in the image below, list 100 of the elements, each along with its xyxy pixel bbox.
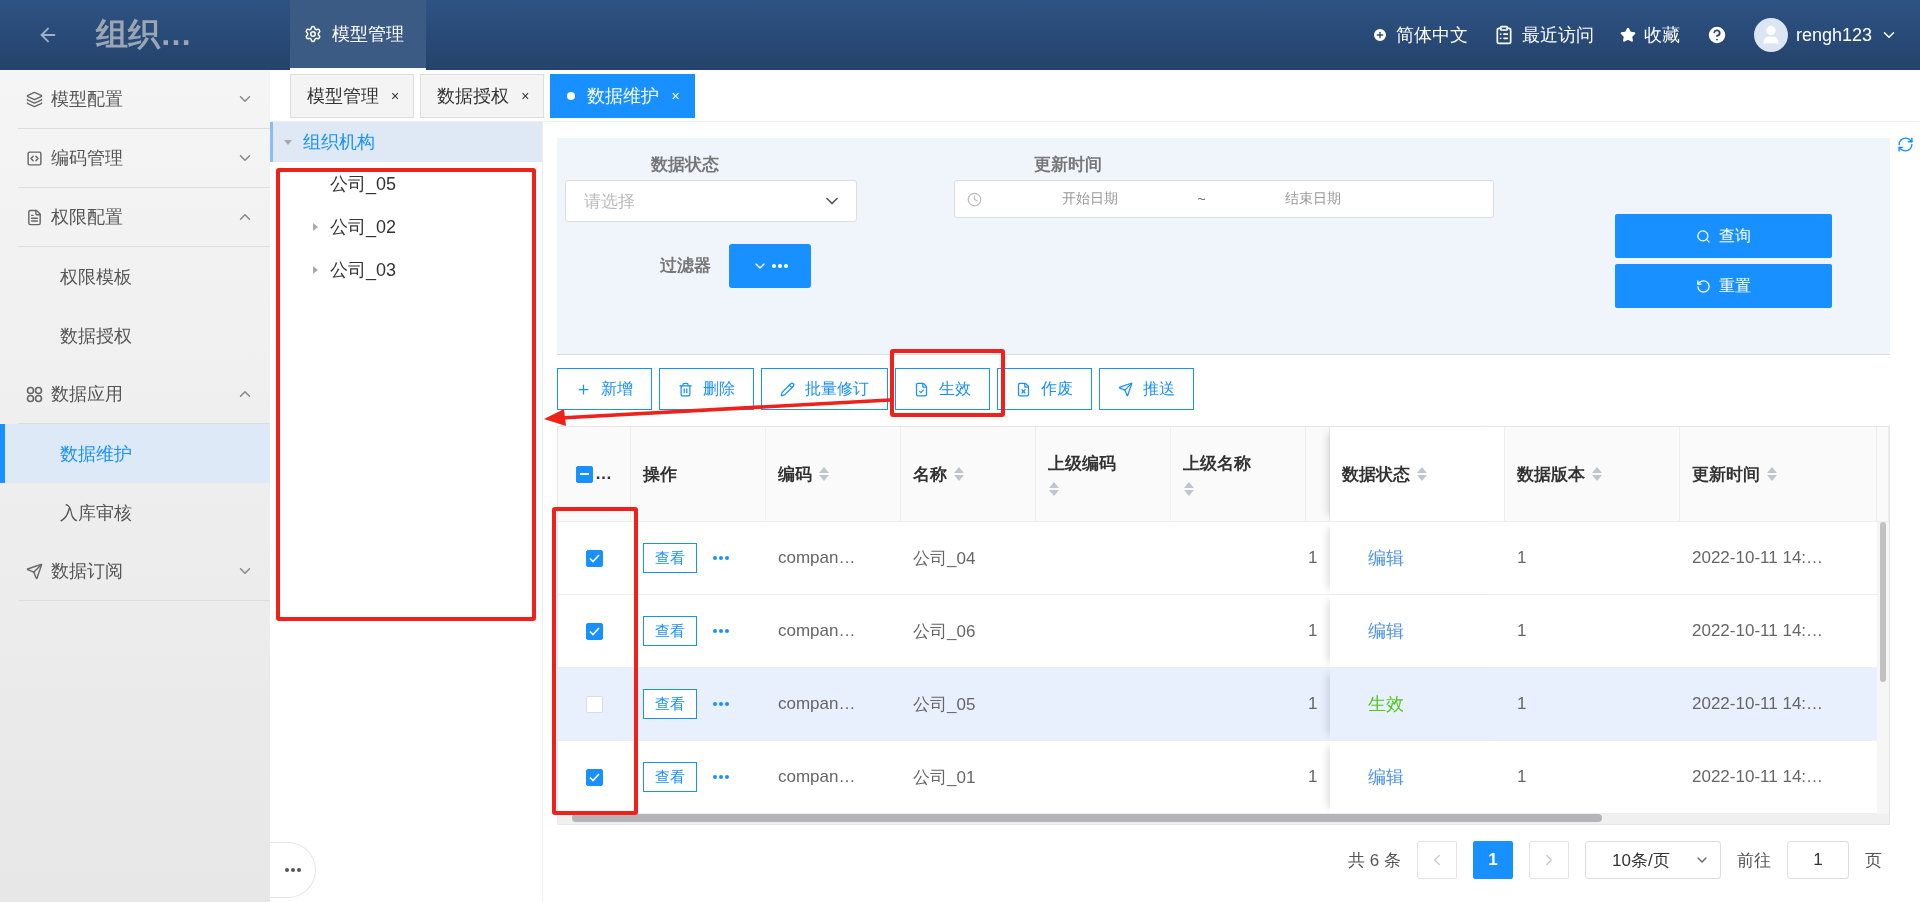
status-text: 编辑 [1368,547,1404,570]
checkbox[interactable] [586,549,603,567]
field-label: 过滤器 [658,255,712,277]
sidebar-item[interactable]: 入库审核 [0,483,270,542]
favorites-link[interactable]: 收藏 [1619,23,1680,47]
code-icon [26,149,43,167]
table-cell: 公司_05 [901,668,1036,741]
table-cell: 2022-10-11 14:… [1680,668,1877,741]
checkmark-icon [589,626,600,636]
send-icon [26,562,43,580]
checkbox[interactable] [586,768,603,786]
sort-icon[interactable] [953,466,965,482]
goto-label: 前往 [1737,849,1771,872]
column-label: … [595,464,612,484]
recent-link[interactable]: 最近访问 [1493,23,1594,47]
column-header[interactable]: 名称 [901,427,1036,522]
prev-page-button[interactable] [1417,841,1457,879]
more-icon[interactable] [713,775,729,779]
checkbox[interactable] [586,622,603,640]
sort-icon[interactable] [1416,466,1428,482]
language-link[interactable]: 简体中文 [1371,23,1468,47]
status-text: 编辑 [1368,766,1404,789]
column-label: 更新时间 [1692,463,1760,486]
active-dot-icon [567,91,576,100]
column-header[interactable]: 编码 [766,427,901,522]
sort-icon[interactable] [1591,466,1603,482]
page-tab[interactable]: 数据授权 × [420,73,545,118]
sort-icon[interactable] [1048,480,1060,497]
caret-icon[interactable] [283,137,293,147]
page-input[interactable]: 1 [1787,841,1849,879]
document-icon [26,208,43,226]
page-size-select[interactable]: 10条/页 [1585,841,1721,879]
checkbox[interactable] [576,465,593,483]
column-header[interactable]: 上级编码 [1036,427,1171,522]
apps-icon [26,385,43,403]
checkmark-icon [589,772,600,782]
column-label: 操作 [643,463,677,486]
refresh-icon[interactable] [1897,136,1914,153]
date-range-field[interactable]: 开始日期 ~ 结束日期 [954,180,1494,218]
column-header[interactable]: 操作 [631,427,766,522]
more-icon[interactable] [772,264,788,268]
more-icon[interactable] [713,629,729,633]
checkmark-icon [589,553,600,563]
table-cell: 1 [1306,668,1330,741]
field-label: 更新时间 [1033,154,1103,176]
status-text: 生效 [1368,693,1404,716]
more-icon[interactable] [284,868,301,872]
column-header[interactable]: 数据状态 [1330,427,1505,522]
star-icon [1619,27,1636,43]
plus-circle-icon [1371,27,1388,43]
close-icon[interactable]: × [521,87,530,104]
table-cell: 1 [1505,668,1680,741]
next-page-button[interactable] [1529,841,1569,879]
module-tab[interactable]: 模型管理 [290,0,426,70]
sort-icon[interactable] [1766,466,1778,482]
column-label: 名称 [913,463,947,486]
clock-icon [967,191,982,207]
sort-icon[interactable] [1183,480,1195,497]
column-label: 编码 [778,463,812,486]
status-text: 编辑 [1368,620,1404,643]
file-check-icon [914,381,929,397]
total-count: 共 6 条 [1348,849,1401,872]
sidebar-group[interactable]: 权限配置 [18,188,270,247]
pencil-icon [780,381,795,397]
column-label: 数据版本 [1517,463,1585,486]
column-header[interactable]: 上级名称 [1171,427,1306,522]
sidebar-group[interactable]: 编码管理 [18,129,270,188]
tree-node[interactable]: 公司_05 [270,162,403,205]
more-icon[interactable] [713,556,729,560]
column-label: 上级编码 [1048,452,1116,475]
sidebar-group[interactable]: 数据订阅 [18,542,270,601]
table-cell: compan… [766,668,901,741]
reset-icon [1696,278,1711,294]
filter-button[interactable] [729,244,811,288]
tree-node[interactable]: 公司_02 [270,205,403,248]
field-label: 数据状态 [650,154,720,176]
plus-icon [576,381,591,397]
column-header[interactable]: 更新时间 [1680,427,1877,522]
tree-node[interactable]: 公司_03 [270,248,403,291]
scrollbar[interactable] [558,814,1889,824]
settings-icon [304,25,322,43]
close-icon[interactable]: × [391,87,400,104]
sidebar-item[interactable]: 数据授权 [0,306,270,365]
avatar-icon [1753,18,1788,52]
user-menu[interactable]: rengh123 [1753,18,1898,52]
page-tab[interactable]: 模型管理 × [290,73,415,118]
column-label: 上级名称 [1183,452,1251,475]
caret-icon[interactable] [310,221,320,232]
help-icon[interactable] [1705,24,1728,46]
scrollbar[interactable] [1877,522,1889,814]
file-x-icon [1016,381,1031,397]
column-header[interactable]: 数据版本 [1505,427,1680,522]
sidebar-item[interactable]: 权限模板 [0,247,270,306]
layers-icon [26,90,43,108]
sort-icon[interactable] [818,466,830,482]
column-label: 数据状态 [1342,463,1410,486]
app-title: 组织… [96,15,193,54]
sidebar-group[interactable]: 模型配置 [18,70,270,129]
caret-icon[interactable] [310,264,320,275]
search-icon [1696,228,1711,244]
